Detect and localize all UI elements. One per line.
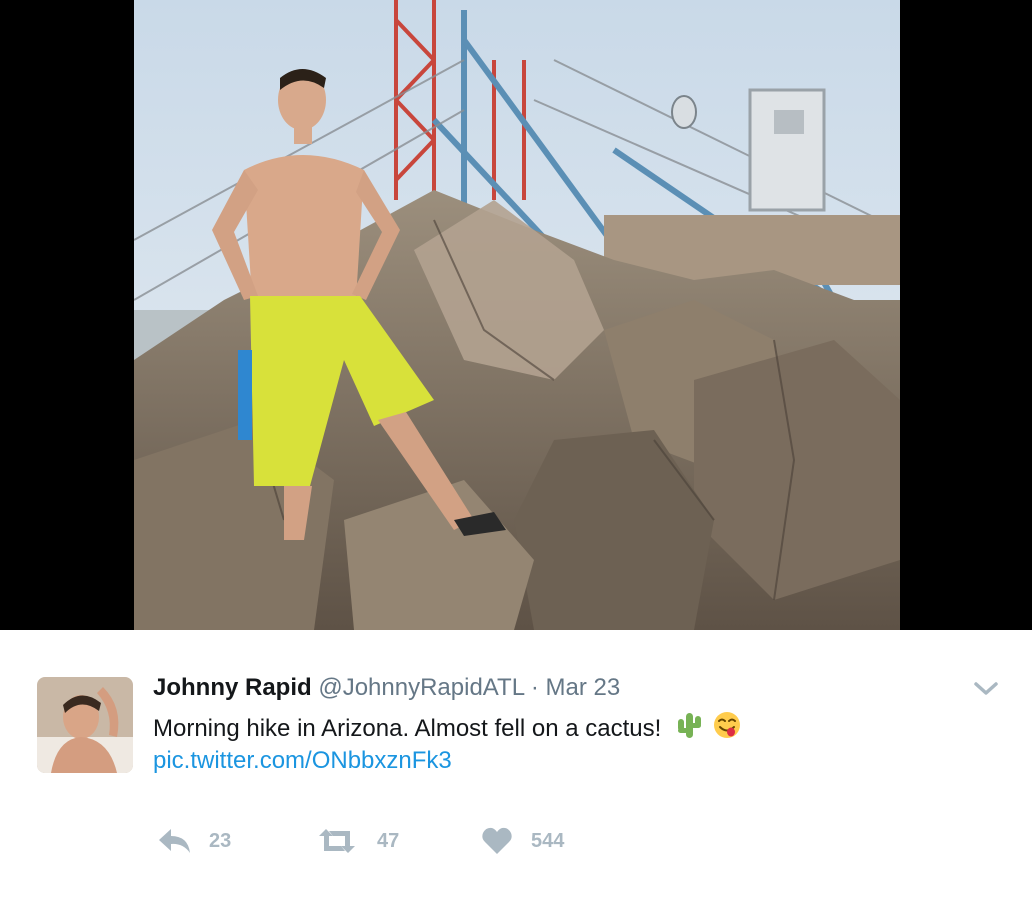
tweet-text-content: Morning hike in Arizona. Almost fell on … bbox=[153, 715, 662, 742]
cactus-emoji bbox=[677, 713, 701, 738]
avatar-image bbox=[37, 677, 133, 773]
timestamp[interactable]: Mar 23 bbox=[546, 674, 621, 701]
author-handle[interactable]: @JohnnyRapidATL bbox=[318, 674, 524, 701]
reply-button[interactable]: 23 bbox=[157, 826, 247, 856]
reply-count: 23 bbox=[209, 830, 232, 852]
like-count: 544 bbox=[531, 830, 565, 852]
chevron-down-icon[interactable] bbox=[972, 678, 1000, 698]
retweet-count: 47 bbox=[377, 830, 400, 852]
separator-dot: · bbox=[530, 674, 539, 701]
tweet-photo[interactable] bbox=[134, 0, 900, 630]
photo-artwork bbox=[134, 0, 900, 630]
avatar[interactable] bbox=[37, 677, 133, 773]
tweet-text: Morning hike in Arizona. Almost fell on … bbox=[153, 710, 742, 743]
tweet-card: Johnny Rapid @JohnnyRapidATL · Mar 23 Mo… bbox=[0, 630, 1032, 898]
like-button[interactable]: 544 bbox=[481, 826, 581, 856]
media-frame bbox=[0, 0, 1032, 630]
reply-icon bbox=[159, 829, 190, 853]
tweet-media-link[interactable]: pic.twitter.com/ONbbxznFk3 bbox=[153, 747, 452, 775]
retweet-icon bbox=[319, 829, 355, 853]
tweet-header: Johnny Rapid @JohnnyRapidATL · Mar 23 bbox=[153, 674, 620, 702]
face-savoring-food-emoji bbox=[713, 712, 740, 738]
author-name[interactable]: Johnny Rapid bbox=[153, 674, 312, 701]
heart-icon bbox=[482, 827, 512, 854]
retweet-button[interactable]: 47 bbox=[315, 826, 415, 856]
